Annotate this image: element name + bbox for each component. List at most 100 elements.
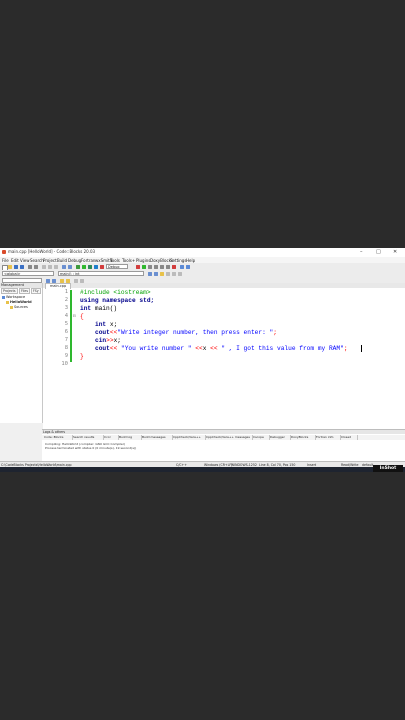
- step-into-icon[interactable]: [160, 264, 164, 269]
- tab-fortran-info[interactable]: Fortran info: [315, 435, 341, 440]
- debug-continue-icon[interactable]: [142, 264, 146, 269]
- jump-back-icon[interactable]: [148, 271, 152, 276]
- build-and-run-icon[interactable]: [88, 264, 92, 269]
- debug-windows-icon[interactable]: [180, 264, 184, 269]
- menu-edit[interactable]: Edit: [11, 258, 19, 263]
- code-open-brace: {: [80, 313, 84, 320]
- regex-icon[interactable]: [166, 271, 170, 276]
- tree-workspace[interactable]: Workspace: [2, 295, 25, 299]
- menu-build[interactable]: Build: [57, 258, 67, 263]
- code-line-7: cin>>x;: [95, 337, 121, 344]
- copy-icon[interactable]: [48, 264, 52, 269]
- abort-icon[interactable]: [100, 264, 104, 269]
- tab-closed[interactable]: Closed: [340, 435, 358, 440]
- debug-info-icon[interactable]: [186, 264, 190, 269]
- menu-view[interactable]: View: [20, 258, 30, 263]
- tab-files[interactable]: Files: [19, 288, 30, 294]
- search-icon[interactable]: [46, 278, 50, 283]
- build-target-combo[interactable]: Debug: [106, 264, 128, 269]
- change-bar: [70, 338, 72, 346]
- code-completion-toolbar: <global> main() : int: [0, 270, 405, 277]
- menu-fortran[interactable]: Fortran: [81, 258, 95, 263]
- bookmark-next-icon[interactable]: [66, 278, 70, 283]
- menu-project[interactable]: Project: [43, 258, 57, 263]
- code-line-5: int x;: [95, 321, 117, 328]
- tab-build-log[interactable]: Build log: [118, 435, 142, 440]
- menu-tools-plus[interactable]: Tools+: [122, 258, 135, 263]
- fold-marker-icon[interactable]: ⊟: [73, 313, 76, 318]
- tab-debugger[interactable]: Debugger: [269, 435, 291, 440]
- tab-codeblocks-log[interactable]: Code::Blocks: [43, 435, 73, 440]
- menu-tools[interactable]: Tools: [110, 258, 120, 263]
- comment-icon[interactable]: [74, 278, 78, 283]
- tab-fsymbols[interactable]: FSy: [31, 288, 41, 294]
- code-op: <<: [206, 345, 222, 352]
- tab-projects[interactable]: Projects: [1, 288, 18, 294]
- tab-cppcheck-messages[interactable]: CppCheck/Vera++ messages: [205, 435, 253, 440]
- line-number: 9: [64, 353, 68, 359]
- search-input[interactable]: [2, 277, 42, 283]
- save-all-icon[interactable]: [20, 264, 24, 269]
- tab-cscope[interactable]: Cscope: [252, 435, 270, 440]
- code-op: <<: [109, 345, 121, 352]
- tree-sources[interactable]: Sources: [10, 305, 28, 309]
- change-bar: [70, 298, 72, 306]
- minimize-button[interactable]: –: [360, 249, 363, 255]
- search-next-icon[interactable]: [52, 278, 56, 283]
- menu-file[interactable]: File: [2, 258, 9, 263]
- status-language: C/C++: [176, 462, 187, 467]
- highlight-icon[interactable]: [160, 271, 164, 276]
- code-line-1: #include <iostream>: [80, 289, 151, 296]
- match-case-icon[interactable]: [172, 271, 176, 276]
- rebuild-icon[interactable]: [94, 264, 98, 269]
- find-icon[interactable]: [62, 264, 66, 269]
- symbol-combo[interactable]: main() : int: [58, 271, 144, 276]
- change-bar: [70, 306, 72, 314]
- maximize-button[interactable]: □: [376, 249, 381, 255]
- whole-word-icon[interactable]: [178, 271, 182, 276]
- code-op: <<: [191, 345, 203, 352]
- codeblocks-logo-icon: [2, 250, 6, 254]
- status-mode: Insert: [307, 462, 317, 467]
- management-tabs: Projects Files FSy: [0, 288, 42, 294]
- save-icon[interactable]: [14, 264, 18, 269]
- redo-icon[interactable]: [34, 264, 38, 269]
- scope-combo[interactable]: <global>: [2, 271, 54, 276]
- status-position: Line 8, Col 70, Pos 150: [259, 462, 296, 467]
- paste-icon[interactable]: [54, 264, 58, 269]
- replace-icon[interactable]: [68, 264, 72, 269]
- menu-debug[interactable]: Debug: [68, 258, 81, 263]
- close-button[interactable]: ✕: [393, 249, 397, 255]
- menu-help[interactable]: Help: [186, 258, 195, 263]
- change-bar: [70, 330, 72, 338]
- logs-tabs: Code::Blocks Search results Cccc Build l…: [42, 435, 405, 440]
- undo-icon[interactable]: [28, 264, 32, 269]
- uncomment-icon[interactable]: [80, 278, 84, 283]
- menu-settings[interactable]: Settings: [170, 258, 186, 263]
- stop-debugger-icon[interactable]: [172, 264, 176, 269]
- run-icon[interactable]: [82, 264, 86, 269]
- tab-doxyblocks[interactable]: DoxyBlocks: [290, 435, 316, 440]
- build-icon[interactable]: [76, 264, 80, 269]
- tab-cccc[interactable]: Cccc: [103, 435, 119, 440]
- status-profile: default: [362, 462, 374, 467]
- debug-icon[interactable]: [136, 264, 140, 269]
- bookmark-icon[interactable]: [60, 278, 64, 283]
- tab-build-messages[interactable]: Build messages: [141, 435, 173, 440]
- menu-search[interactable]: Search: [30, 258, 44, 263]
- run-to-cursor-icon[interactable]: [148, 264, 152, 269]
- workspace-icon: [2, 295, 5, 299]
- open-folder-icon[interactable]: [8, 264, 12, 269]
- change-bar: [70, 290, 72, 298]
- code-editor[interactable]: main.cpp 1 2 3 4 5 6 7 8 9 10 ⊟ #include…: [43, 283, 405, 429]
- tree-project[interactable]: HelloWorld: [6, 300, 32, 304]
- step-out-icon[interactable]: [166, 264, 170, 269]
- jump-forward-icon[interactable]: [154, 271, 158, 276]
- cut-icon[interactable]: [42, 264, 46, 269]
- tab-cppcheck[interactable]: CppCheck/Vera++: [172, 435, 206, 440]
- logs-title: Logs & others: [42, 430, 405, 434]
- menu-plugins[interactable]: Plugins: [136, 258, 150, 263]
- taskbar: [0, 467, 405, 472]
- tab-search-results[interactable]: Search results: [72, 435, 104, 440]
- next-line-icon[interactable]: [154, 264, 158, 269]
